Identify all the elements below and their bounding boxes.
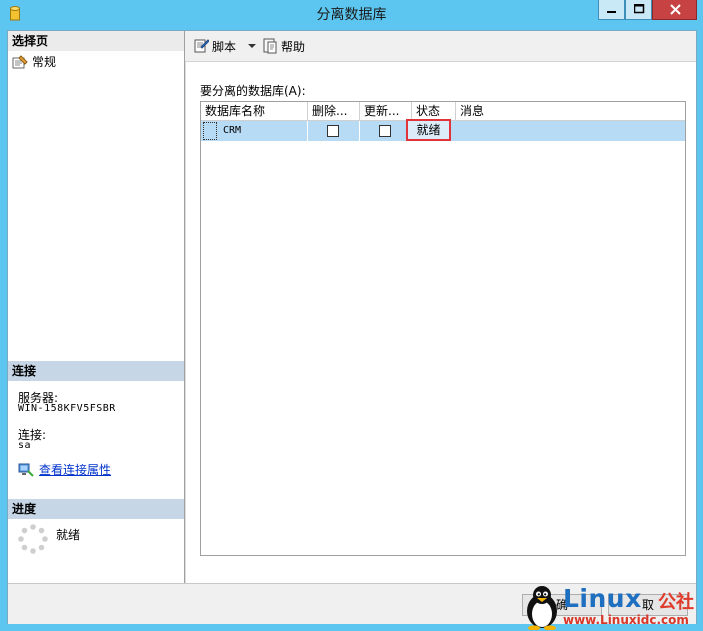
watermark: Linux 公社 www.Linuxidc.com xyxy=(523,584,703,631)
maximize-button[interactable] xyxy=(625,0,652,20)
table-row[interactable]: CRM 就绪 xyxy=(201,119,685,141)
toolbar: 脚本 帮助 xyxy=(185,31,696,62)
right-pane: 脚本 帮助 要分离的数据库(A): 数据库名称 删除... 更新... 状态 消… xyxy=(185,31,696,583)
help-icon xyxy=(263,38,277,54)
update-statistics-cell xyxy=(360,121,412,141)
minimize-icon xyxy=(607,11,616,13)
server-value: WIN-158KFV5FSBR xyxy=(18,403,116,414)
row-selector[interactable] xyxy=(203,122,217,140)
watermark-url: www.Linuxidc.com xyxy=(563,613,689,627)
progress-header: 进度 xyxy=(8,499,184,519)
script-dropdown[interactable] xyxy=(248,37,256,55)
help-button[interactable]: 帮助 xyxy=(262,37,305,55)
database-grid[interactable]: 数据库名称 删除... 更新... 状态 消息 CRM 就绪 xyxy=(200,101,686,556)
chevron-down-icon xyxy=(248,44,256,48)
close-button[interactable] xyxy=(652,0,697,20)
help-label: 帮助 xyxy=(281,39,306,54)
close-icon xyxy=(670,4,681,15)
left-pane: 选择页 常规 连接 服务器: WIN-158KFV5FSBR 连接: sa 查看… xyxy=(8,31,185,583)
select-page-header: 选择页 xyxy=(8,31,184,51)
status-cell: 就绪 xyxy=(406,119,451,141)
grid-label: 要分离的数据库(A): xyxy=(200,84,306,98)
login-value: sa xyxy=(18,440,32,451)
window: 分离数据库 选择页 常规 连接 服务器: WIN-158KFV5FSBR 连接:… xyxy=(0,0,703,631)
page-general-icon xyxy=(12,55,28,69)
column-header[interactable]: 数据库名称 xyxy=(201,102,308,120)
database-name-cell: CRM xyxy=(223,121,308,141)
column-header[interactable]: 状态 xyxy=(412,102,456,120)
drop-connections-cell xyxy=(308,121,360,141)
connection-properties-icon xyxy=(18,463,34,477)
progress-status: 就绪 xyxy=(18,524,80,554)
script-icon xyxy=(194,39,209,53)
view-connection-properties[interactable]: 查看连接属性 xyxy=(18,461,111,478)
page-item-general[interactable]: 常规 xyxy=(12,53,56,71)
progress-status-text: 就绪 xyxy=(56,528,81,542)
watermark-cn: 公社 xyxy=(658,592,694,613)
maximize-icon xyxy=(634,4,645,14)
progress-spinner-icon xyxy=(18,524,48,554)
update-statistics-checkbox[interactable] xyxy=(379,125,391,137)
view-connection-properties-link[interactable]: 查看连接属性 xyxy=(39,461,111,478)
watermark-brand: Linux xyxy=(563,584,642,613)
title-bar[interactable]: 分离数据库 xyxy=(0,0,703,30)
dialog-client: 选择页 常规 连接 服务器: WIN-158KFV5FSBR 连接: sa 查看… xyxy=(7,30,697,624)
penguin-logo-icon xyxy=(527,586,557,630)
connection-header: 连接 xyxy=(8,361,184,381)
script-label: 脚本 xyxy=(212,39,237,54)
column-header[interactable]: 删除... xyxy=(308,102,360,120)
content-area: 要分离的数据库(A): 数据库名称 删除... 更新... 状态 消息 CRM xyxy=(185,62,696,583)
column-header[interactable]: 消息 xyxy=(456,102,685,120)
drop-connections-checkbox[interactable] xyxy=(327,125,339,137)
script-button[interactable]: 脚本 xyxy=(193,37,236,55)
minimize-button[interactable] xyxy=(598,0,625,20)
column-header[interactable]: 更新... xyxy=(360,102,412,120)
message-cell xyxy=(456,121,685,141)
page-item-label: 常规 xyxy=(32,55,57,69)
